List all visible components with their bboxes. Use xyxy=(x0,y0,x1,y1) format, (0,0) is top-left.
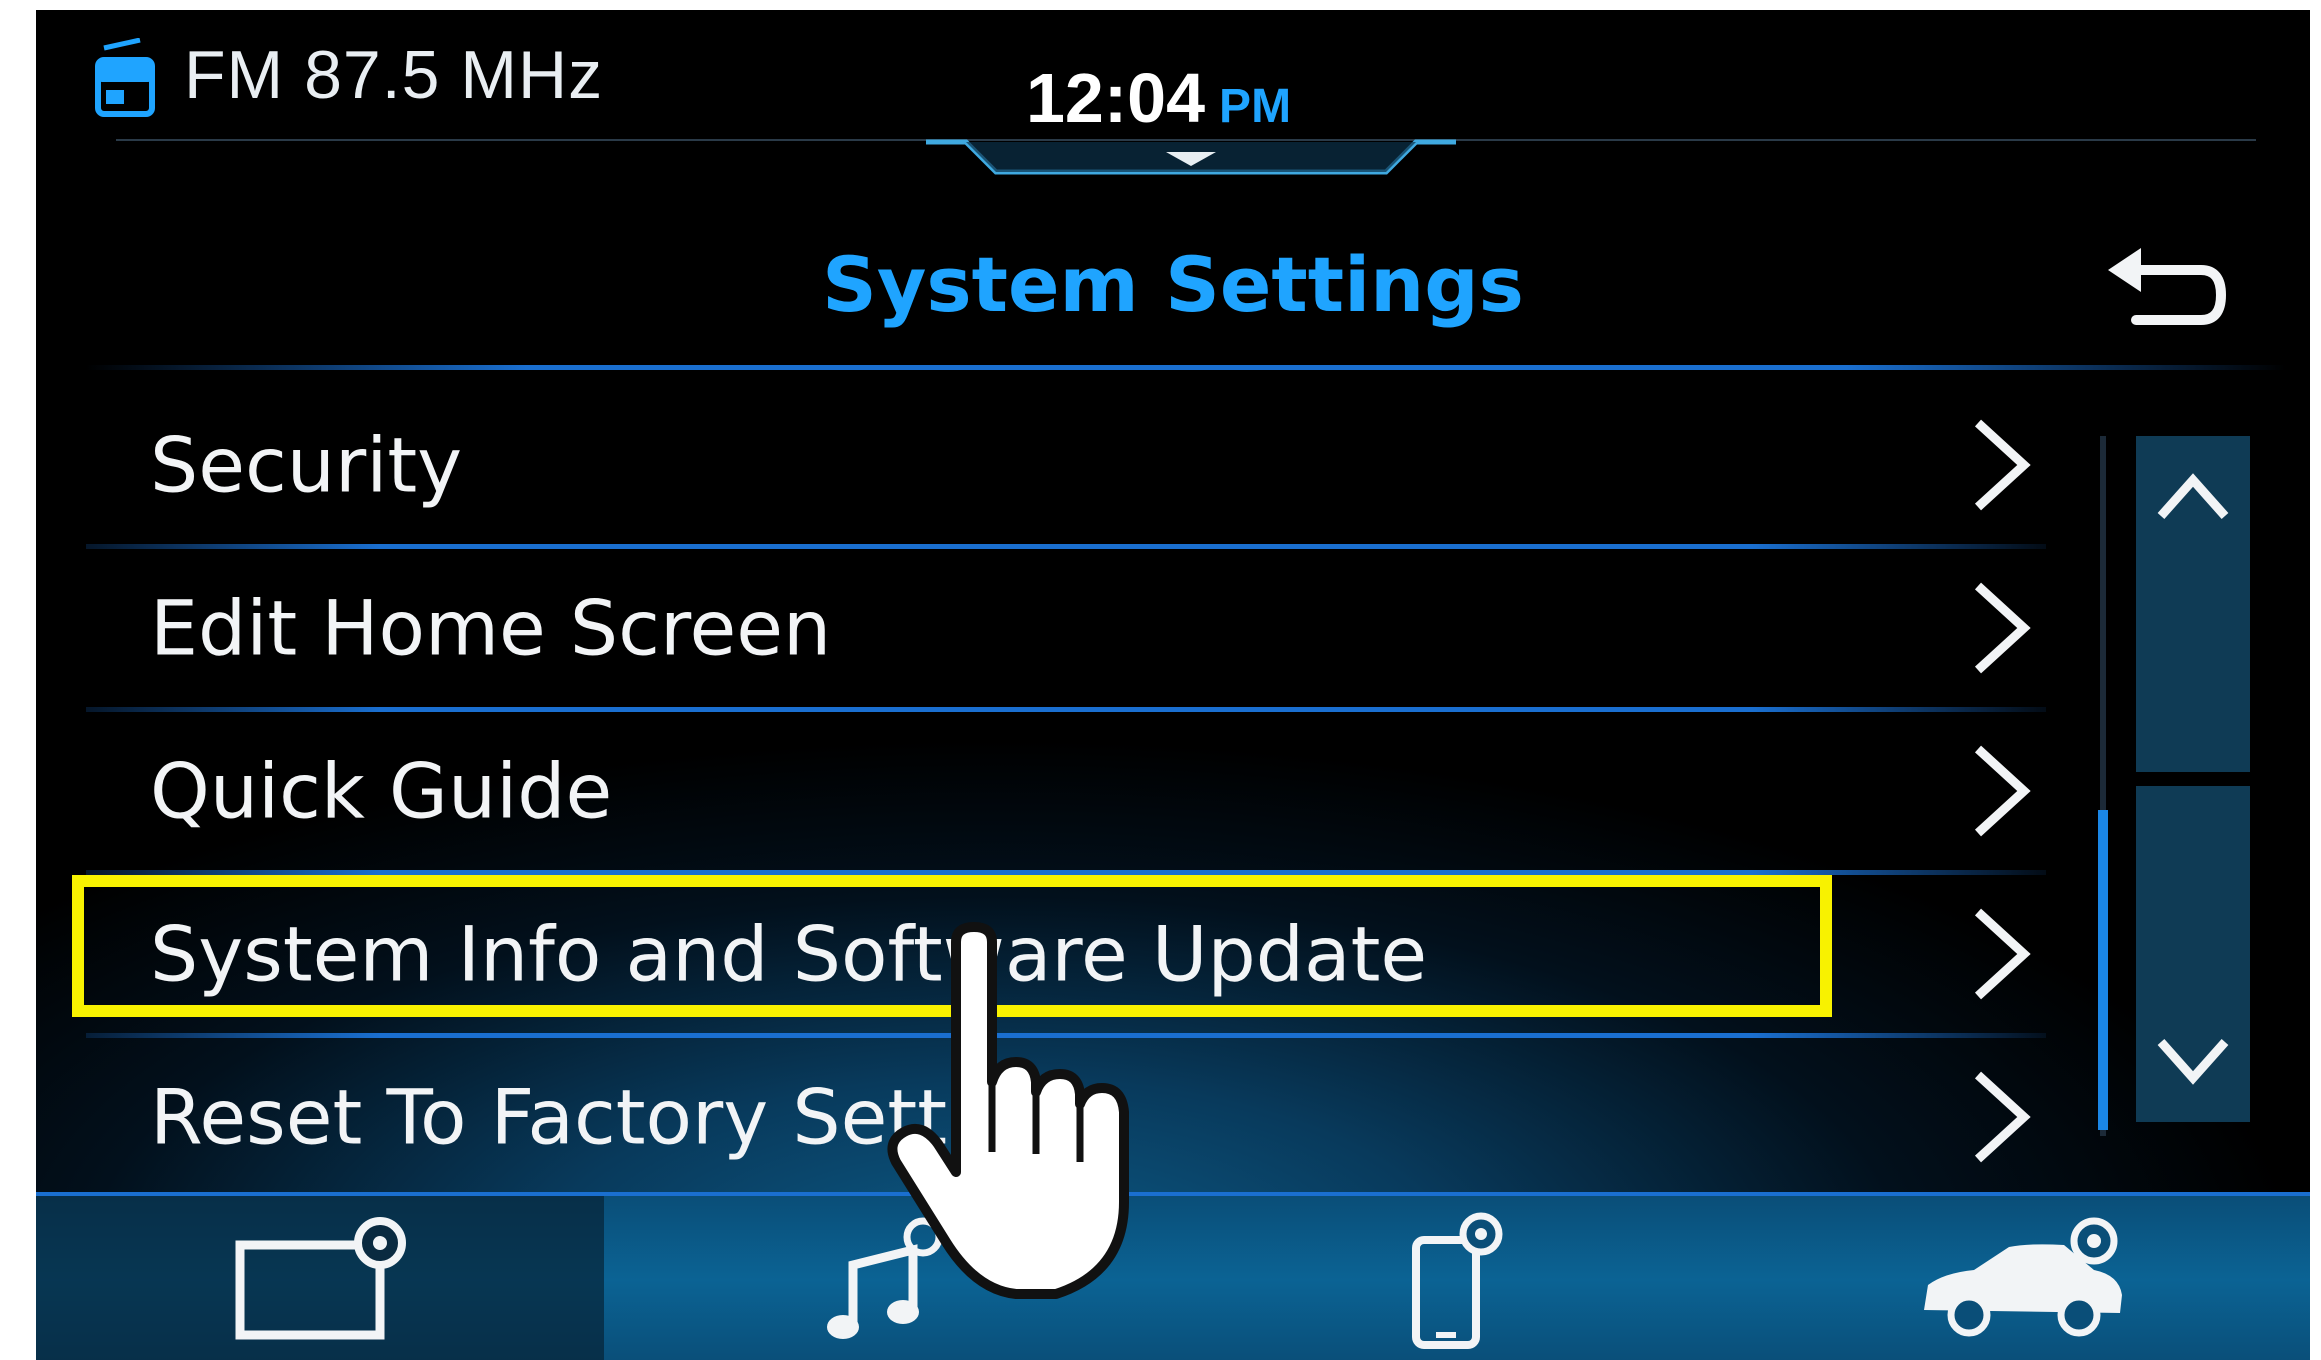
page-title: System Settings xyxy=(822,240,1524,329)
drawer-handle-icon[interactable] xyxy=(926,130,1456,190)
phone-settings-icon xyxy=(1412,1212,1503,1349)
list-item-label: Edit Home Screen xyxy=(150,583,832,672)
list-item-edit-home-screen[interactable]: Edit Home Screen xyxy=(86,546,2046,712)
chevron-right-icon xyxy=(1974,419,2031,510)
list-item-label: Security xyxy=(150,420,463,509)
tab-phone-settings[interactable] xyxy=(1172,1196,1740,1360)
back-arrow-icon[interactable] xyxy=(2096,240,2226,340)
chevron-right-icon xyxy=(1974,582,2031,673)
chevron-right-icon xyxy=(1974,1071,2031,1162)
clock: 12:04 PM xyxy=(1026,58,1291,138)
list-item-label: System Info and Software Update xyxy=(150,909,1428,998)
bottom-tab-bar xyxy=(36,1192,2310,1360)
list-item-security[interactable]: Security xyxy=(86,383,2046,549)
status-bar: FM 87.5 MHz 12:04 PM xyxy=(36,10,2310,175)
tab-vehicle-settings[interactable] xyxy=(1740,1196,2308,1360)
vehicle-settings-icon xyxy=(1924,1217,2122,1337)
radio-icon xyxy=(95,38,155,117)
radio-frequency[interactable]: FM 87.5 MHz xyxy=(184,36,603,114)
chevron-right-icon xyxy=(1974,908,2031,999)
list-item-quick-guide[interactable]: Quick Guide xyxy=(86,709,2046,875)
pointing-hand-icon xyxy=(887,922,1129,1299)
title-divider xyxy=(86,365,2286,370)
tab-display-settings[interactable] xyxy=(36,1196,604,1360)
chevron-down-icon xyxy=(2157,1039,2229,1085)
scroll-up-button[interactable] xyxy=(2136,436,2250,772)
scrollbar-thumb[interactable] xyxy=(2098,810,2108,1130)
clock-ampm: PM xyxy=(1219,80,1292,133)
scroll-down-button[interactable] xyxy=(2136,786,2250,1122)
chevron-up-icon xyxy=(2157,473,2229,519)
chevron-right-icon xyxy=(1974,745,2031,836)
display-settings-icon xyxy=(235,1217,406,1340)
list-item-label: Quick Guide xyxy=(150,746,613,835)
infotainment-screen: FM 87.5 MHz 12:04 PM System Settings Secu… xyxy=(36,10,2310,1360)
clock-time: 12:04 xyxy=(1026,59,1206,137)
